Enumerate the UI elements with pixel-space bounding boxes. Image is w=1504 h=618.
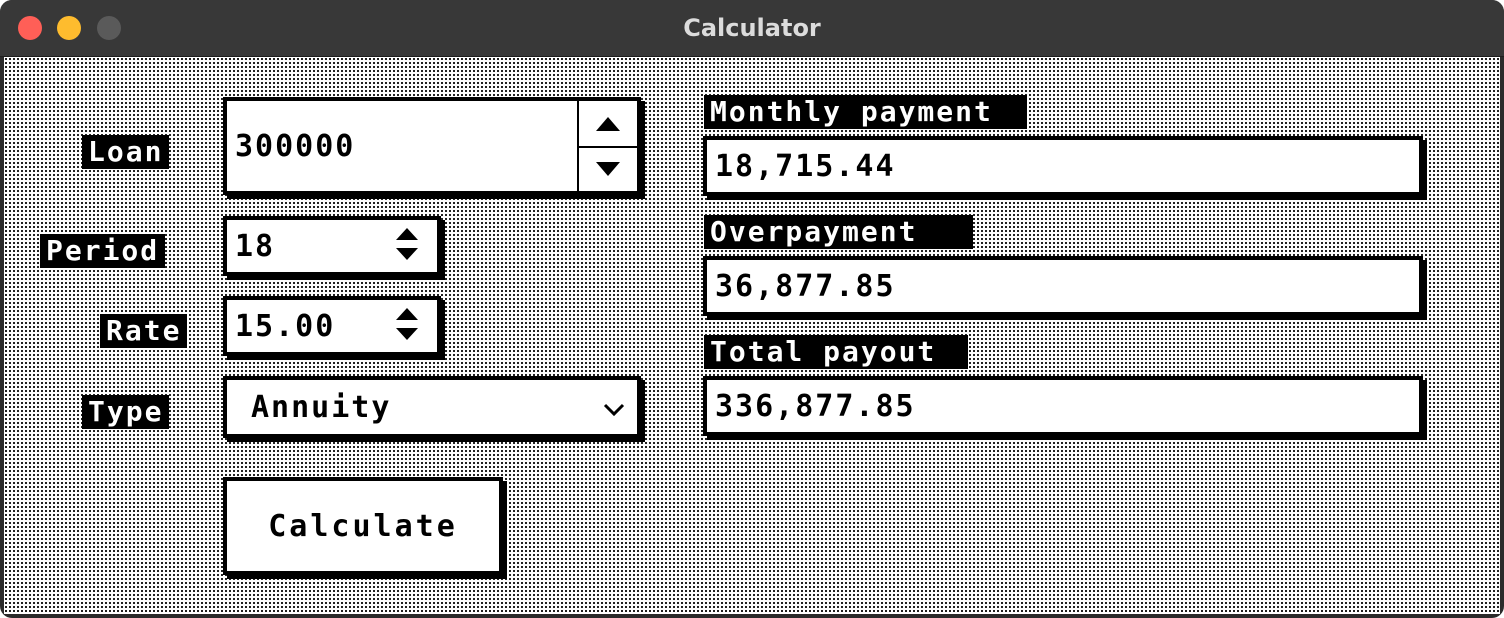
rate-decrement-button[interactable] — [387, 324, 427, 344]
type-label: Type — [82, 395, 170, 429]
loan-increment-button[interactable] — [579, 101, 637, 148]
title-bar: Calculator — [0, 0, 1504, 57]
window-title: Calculator — [683, 14, 821, 42]
rate-increment-button[interactable] — [387, 304, 427, 324]
period-increment-button[interactable] — [387, 224, 427, 244]
overpayment-label: Overpayment — [704, 215, 974, 249]
chevron-down-icon — [603, 403, 625, 417]
period-label: Period — [40, 234, 166, 268]
total-payout-output[interactable]: 336,877.85 — [703, 376, 1423, 436]
monthly-payment-value: 18,715.44 — [715, 148, 896, 184]
period-stepper — [387, 224, 427, 264]
triangle-up-icon — [596, 116, 620, 131]
total-payout-value: 336,877.85 — [715, 388, 916, 424]
period-decrement-button[interactable] — [387, 244, 427, 264]
type-select[interactable]: Annuity — [223, 376, 641, 438]
overpayment-output[interactable]: 36,877.85 — [703, 256, 1423, 316]
rate-input[interactable]: 15.00 — [223, 296, 441, 356]
monthly-payment-label: Monthly payment — [704, 95, 1027, 129]
calculate-button[interactable]: Calculate — [223, 477, 503, 575]
monthly-payment-output[interactable]: 18,715.44 — [703, 136, 1423, 196]
rate-value: 15.00 — [235, 308, 336, 344]
loan-input[interactable]: 300000 — [223, 97, 641, 195]
period-value: 18 — [235, 228, 276, 264]
loan-label: Loan — [82, 135, 170, 169]
triangle-down-icon — [396, 328, 418, 340]
loan-stepper — [577, 101, 637, 191]
total-payout-label: Total payout — [704, 335, 969, 369]
calculator-window: Calculator Loan 300000 Period 18 Rate 15… — [0, 0, 1504, 618]
loan-value: 300000 — [235, 128, 356, 164]
triangle-down-icon — [596, 161, 620, 176]
period-input[interactable]: 18 — [223, 216, 441, 276]
calculator-form: Loan 300000 Period 18 Rate 15.00 Type An… — [4, 57, 1500, 614]
rate-label: Rate — [100, 314, 188, 348]
type-selected-value: Annuity — [251, 389, 392, 425]
overpayment-value: 36,877.85 — [715, 268, 896, 304]
triangle-up-icon — [396, 228, 418, 240]
triangle-down-icon — [396, 248, 418, 260]
loan-decrement-button[interactable] — [579, 146, 637, 191]
triangle-up-icon — [396, 308, 418, 320]
rate-stepper — [387, 304, 427, 344]
